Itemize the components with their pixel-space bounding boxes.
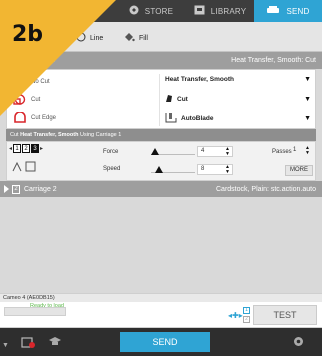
- material-dropdown[interactable]: Heat Transfer, Smooth ▼: [165, 76, 311, 83]
- settings-icon[interactable]: [20, 335, 36, 351]
- carriage-2-number: 2: [12, 184, 20, 194]
- empty-area: [0, 197, 322, 293]
- force-slider[interactable]: [151, 147, 195, 155]
- fill-icon: [124, 32, 135, 44]
- speed-field[interactable]: 8 ▲ ▼: [197, 164, 233, 175]
- arrow-left-icon[interactable]: ◂: [9, 145, 12, 152]
- carriage-1-summary: Heat Transfer, Smooth: Cut: [231, 57, 316, 64]
- spinner-icon[interactable]: ▲ ▼: [225, 147, 230, 157]
- tool-number-selector: ◂ 1 2 3 ▸: [9, 144, 43, 153]
- force-slider-handle[interactable]: [151, 148, 159, 155]
- arrow-right-icon[interactable]: ▸: [40, 145, 43, 152]
- device-panel: Ready to load ◂✚▸ 1 2 TEST: [0, 302, 322, 328]
- material-value: Heat Transfer, Smooth: [165, 76, 234, 83]
- fill-option[interactable]: Fill: [124, 32, 148, 44]
- bottom-bar: ▼ SEND: [0, 328, 322, 356]
- tab-send-label: SEND: [286, 6, 310, 16]
- chevron-down-icon: ▼: [304, 115, 311, 122]
- device-image: [4, 307, 66, 316]
- tool-dropdown[interactable]: AutoBlade ▼: [165, 112, 311, 125]
- settings-title-material: Heat Transfer, Smooth: [20, 132, 79, 138]
- store-icon: [129, 5, 139, 17]
- device-name: Cameo 4 (AE0DB15): [0, 293, 322, 302]
- force-field[interactable]: 4 ▲ ▼: [197, 146, 233, 157]
- tool-number-2[interactable]: 2: [22, 144, 31, 153]
- spinner-icon[interactable]: ▲ ▼: [225, 165, 230, 175]
- badge-label: 2b: [12, 22, 44, 47]
- send-button[interactable]: SEND: [120, 332, 210, 352]
- chevron-down-icon: ▼: [304, 96, 311, 103]
- autoblade-icon: [165, 112, 177, 125]
- speed-slider-handle[interactable]: [155, 166, 163, 173]
- tab-store-label: STORE: [144, 6, 174, 16]
- cut-settings: ◂ 1 2 3 ▸ Force 4 ▲ ▼ Speed 8 ▲ ▼ Passes 1…: [6, 141, 316, 181]
- divider: [159, 74, 160, 126]
- passes-value: 1: [293, 147, 297, 153]
- tab-store[interactable]: STORE: [116, 0, 186, 22]
- send-icon: [266, 5, 280, 17]
- graduation-cap-icon[interactable]: [48, 336, 62, 350]
- passes-label: Passes: [272, 149, 292, 155]
- tab-send[interactable]: SEND: [254, 0, 322, 22]
- passes-field[interactable]: 1 ▲ ▼: [290, 146, 312, 157]
- move-arrows-icon[interactable]: ◂✚▸: [228, 311, 243, 320]
- chevron-down-icon: ▼: [304, 76, 311, 83]
- carriage-1-indicator[interactable]: 1: [243, 307, 250, 314]
- speed-value: 8: [201, 166, 205, 172]
- carriage-2-title: Carriage 2: [24, 185, 57, 193]
- force-label: Force: [103, 149, 119, 155]
- carriage-2-header[interactable]: 2 Carriage 2 Cardstock, Plain: stc.actio…: [0, 181, 322, 197]
- action-dropdown[interactable]: Cut ▼: [165, 94, 311, 105]
- carriage-2-summary: Cardstock, Plain: stc.action.auto: [216, 185, 316, 193]
- settings-title-suffix: Using Carriage 1: [80, 132, 122, 138]
- test-button[interactable]: TEST: [253, 305, 317, 325]
- force-value: 4: [201, 148, 205, 154]
- carriage-2-indicator[interactable]: 2: [243, 316, 250, 323]
- action-value: Cut: [177, 96, 188, 103]
- gear-icon[interactable]: [292, 335, 305, 350]
- speed-label: Speed: [103, 166, 121, 172]
- corner-badge: [0, 0, 116, 116]
- tool-number-1[interactable]: 1: [13, 144, 22, 153]
- cut-settings-title: Cut Heat Transfer, Smooth Using Carriage…: [6, 129, 316, 141]
- spinner-icon[interactable]: ▲ ▼: [305, 146, 310, 156]
- tool-value: AutoBlade: [181, 115, 214, 122]
- more-button[interactable]: MORE: [285, 165, 313, 176]
- library-icon: [194, 5, 205, 17]
- line-type-icons: [11, 160, 39, 174]
- blade-icon: [165, 94, 173, 105]
- tab-library[interactable]: LIBRARY: [186, 0, 254, 22]
- fill-label: Fill: [139, 34, 148, 42]
- tab-library-label: LIBRARY: [210, 6, 247, 16]
- settings-title-prefix: Cut: [10, 132, 19, 138]
- tool-number-3[interactable]: 3: [31, 144, 40, 153]
- expand-arrow-icon[interactable]: [4, 185, 9, 193]
- collapse-arrow-icon[interactable]: ▼: [2, 342, 9, 349]
- speed-slider[interactable]: [151, 165, 195, 173]
